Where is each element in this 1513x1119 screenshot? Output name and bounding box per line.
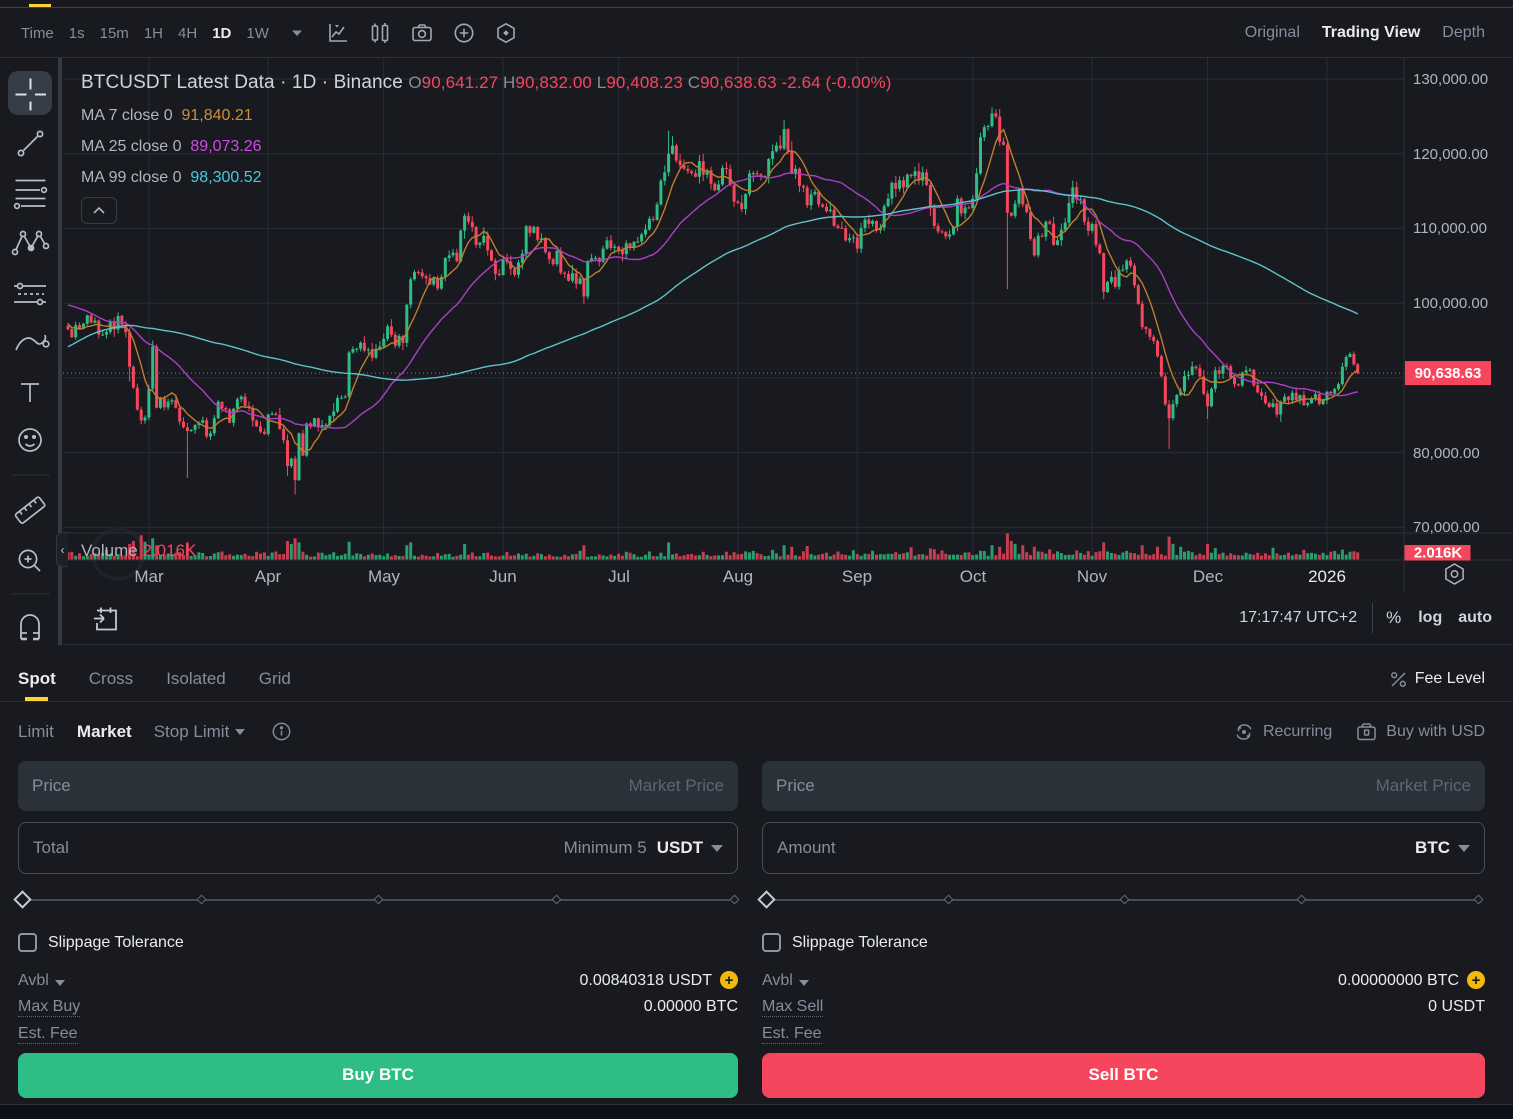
svg-text:May: May bbox=[368, 567, 401, 586]
svg-text:90,638.63: 90,638.63 bbox=[1415, 365, 1482, 382]
svg-text:Mar: Mar bbox=[134, 567, 164, 586]
svg-text:2.016K: 2.016K bbox=[1414, 545, 1463, 562]
svg-text:2026: 2026 bbox=[1308, 567, 1346, 586]
svg-text:70,000.00: 70,000.00 bbox=[1413, 519, 1480, 536]
svg-text:110,000.00: 110,000.00 bbox=[1413, 220, 1487, 237]
svg-text:Nov: Nov bbox=[1077, 567, 1108, 586]
svg-text:Aug: Aug bbox=[723, 567, 753, 586]
svg-text:100,000.00: 100,000.00 bbox=[1413, 295, 1488, 312]
svg-text:Jul: Jul bbox=[608, 567, 630, 586]
svg-text:130,000.00: 130,000.00 bbox=[1413, 71, 1488, 88]
svg-text:Oct: Oct bbox=[960, 567, 987, 586]
svg-text:Volume 2.016K: Volume 2.016K bbox=[81, 541, 197, 560]
svg-text:80,000.00: 80,000.00 bbox=[1413, 445, 1480, 462]
svg-text:Jun: Jun bbox=[489, 567, 516, 586]
svg-text:Dec: Dec bbox=[1193, 567, 1224, 586]
svg-text:120,000.00: 120,000.00 bbox=[1413, 146, 1488, 163]
svg-text:Apr: Apr bbox=[255, 567, 282, 586]
svg-text:Sep: Sep bbox=[842, 567, 872, 586]
